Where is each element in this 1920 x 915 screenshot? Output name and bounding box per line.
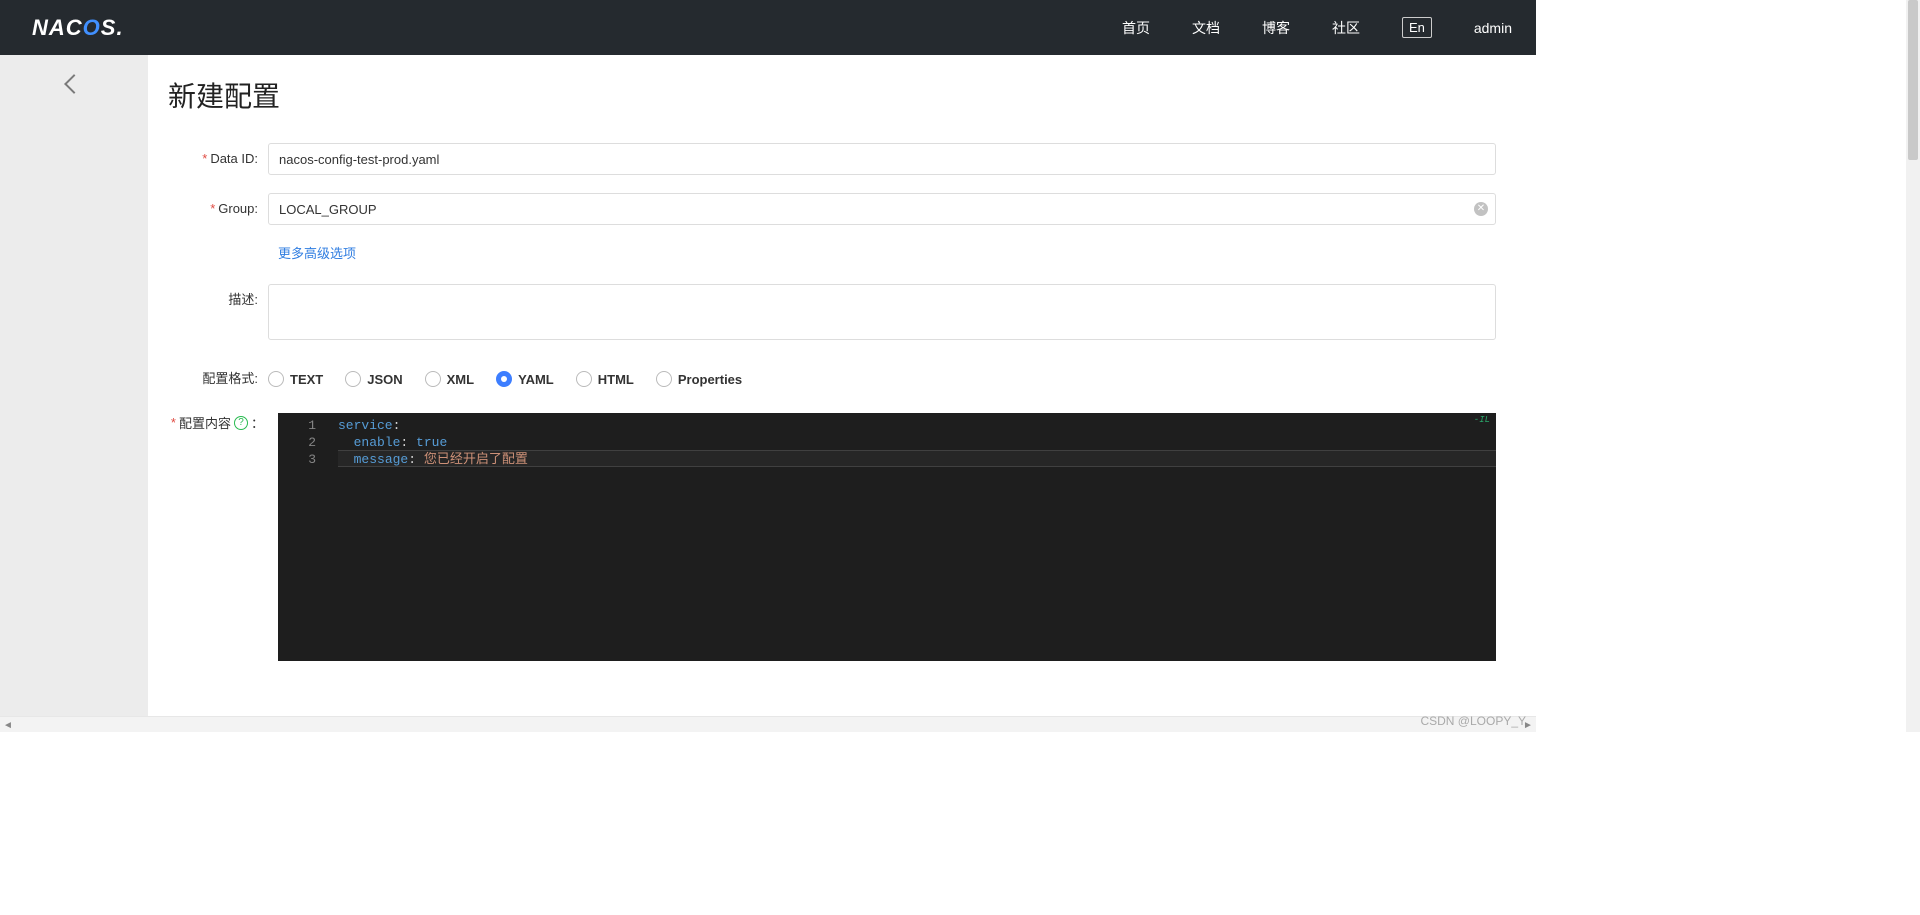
radio-icon xyxy=(656,371,672,387)
row-group: *Group: ✕ xyxy=(168,193,1496,225)
radio-label: JSON xyxy=(367,372,402,387)
radio-icon xyxy=(576,371,592,387)
format-radio-properties[interactable]: Properties xyxy=(656,371,742,387)
vertical-scrollbar-thumb[interactable] xyxy=(1908,0,1918,160)
format-radio-yaml[interactable]: YAML xyxy=(496,371,554,387)
editor-gutter: 123 xyxy=(278,413,326,661)
radio-label: TEXT xyxy=(290,372,323,387)
desc-textarea[interactable] xyxy=(268,284,1496,340)
scroll-right-icon[interactable]: ► xyxy=(1520,717,1536,732)
code-line[interactable]: service: xyxy=(338,417,1496,434)
editor-code[interactable]: -IL service: enable: true message: 您已经开启… xyxy=(326,413,1496,661)
radio-label: XML xyxy=(447,372,474,387)
radio-icon xyxy=(345,371,361,387)
editor-badge: -IL xyxy=(1474,415,1490,425)
label-content-colon: ： xyxy=(251,413,264,432)
radio-label: Properties xyxy=(678,372,742,387)
radio-icon xyxy=(425,371,441,387)
nav-community[interactable]: 社区 xyxy=(1332,18,1360,38)
nav-home[interactable]: 首页 xyxy=(1122,18,1150,38)
sidebar xyxy=(0,55,148,716)
horizontal-scrollbar[interactable]: ◄ ► xyxy=(0,716,1536,732)
user-menu[interactable]: admin xyxy=(1474,20,1512,36)
topbar: NACOS. 首页 文档 博客 社区 En admin xyxy=(0,0,1536,55)
format-radio-xml[interactable]: XML xyxy=(425,371,474,387)
main-content: 新建配置 *Data ID: *Group: ✕ 更多高级选项 描述: xyxy=(148,55,1536,716)
label-content: 配置内容 xyxy=(179,413,231,432)
topbar-right: 首页 文档 博客 社区 En admin xyxy=(1122,17,1512,38)
data-id-input[interactable] xyxy=(268,143,1496,175)
row-format: 配置格式: TEXT JSON XML YAML HTML Properties xyxy=(168,363,1496,395)
code-line[interactable]: message: 您已经开启了配置 xyxy=(338,450,1496,467)
help-icon[interactable]: ? xyxy=(234,416,248,430)
row-desc: 描述: xyxy=(168,284,1496,345)
clear-icon[interactable]: ✕ xyxy=(1474,202,1488,216)
back-icon[interactable] xyxy=(64,74,84,94)
page-title: 新建配置 xyxy=(168,75,1496,115)
lang-toggle-button[interactable]: En xyxy=(1402,17,1432,38)
label-desc: 描述: xyxy=(228,292,258,307)
label-group: Group: xyxy=(218,201,258,216)
logo-prefix: NAC xyxy=(32,15,83,41)
format-radio-json[interactable]: JSON xyxy=(345,371,402,387)
radio-icon xyxy=(268,371,284,387)
group-input[interactable] xyxy=(268,193,1496,225)
radio-label: YAML xyxy=(518,372,554,387)
radio-icon xyxy=(496,371,512,387)
label-format: 配置格式: xyxy=(202,371,258,386)
radio-label: HTML xyxy=(598,372,634,387)
nav-blog[interactable]: 博客 xyxy=(1262,18,1290,38)
format-radio-html[interactable]: HTML xyxy=(576,371,634,387)
nav-docs[interactable]: 文档 xyxy=(1192,18,1220,38)
logo-suffix: S. xyxy=(101,15,124,41)
row-content: * 配置内容 ? ： 123 -IL service: enable: true… xyxy=(168,413,1496,661)
format-radio-group: TEXT JSON XML YAML HTML Properties xyxy=(268,363,1496,395)
code-editor[interactable]: 123 -IL service: enable: true message: 您… xyxy=(278,413,1496,661)
format-radio-text[interactable]: TEXT xyxy=(268,371,323,387)
label-data-id: Data ID: xyxy=(210,151,258,166)
more-options-link[interactable]: 更多高级选项 xyxy=(278,243,356,262)
vertical-scrollbar[interactable] xyxy=(1906,0,1920,732)
code-line[interactable]: enable: true xyxy=(338,434,1496,451)
logo-accent: O xyxy=(83,15,101,41)
scroll-left-icon[interactable]: ◄ xyxy=(0,717,16,732)
logo[interactable]: NACOS. xyxy=(32,15,124,41)
row-data-id: *Data ID: xyxy=(168,143,1496,175)
